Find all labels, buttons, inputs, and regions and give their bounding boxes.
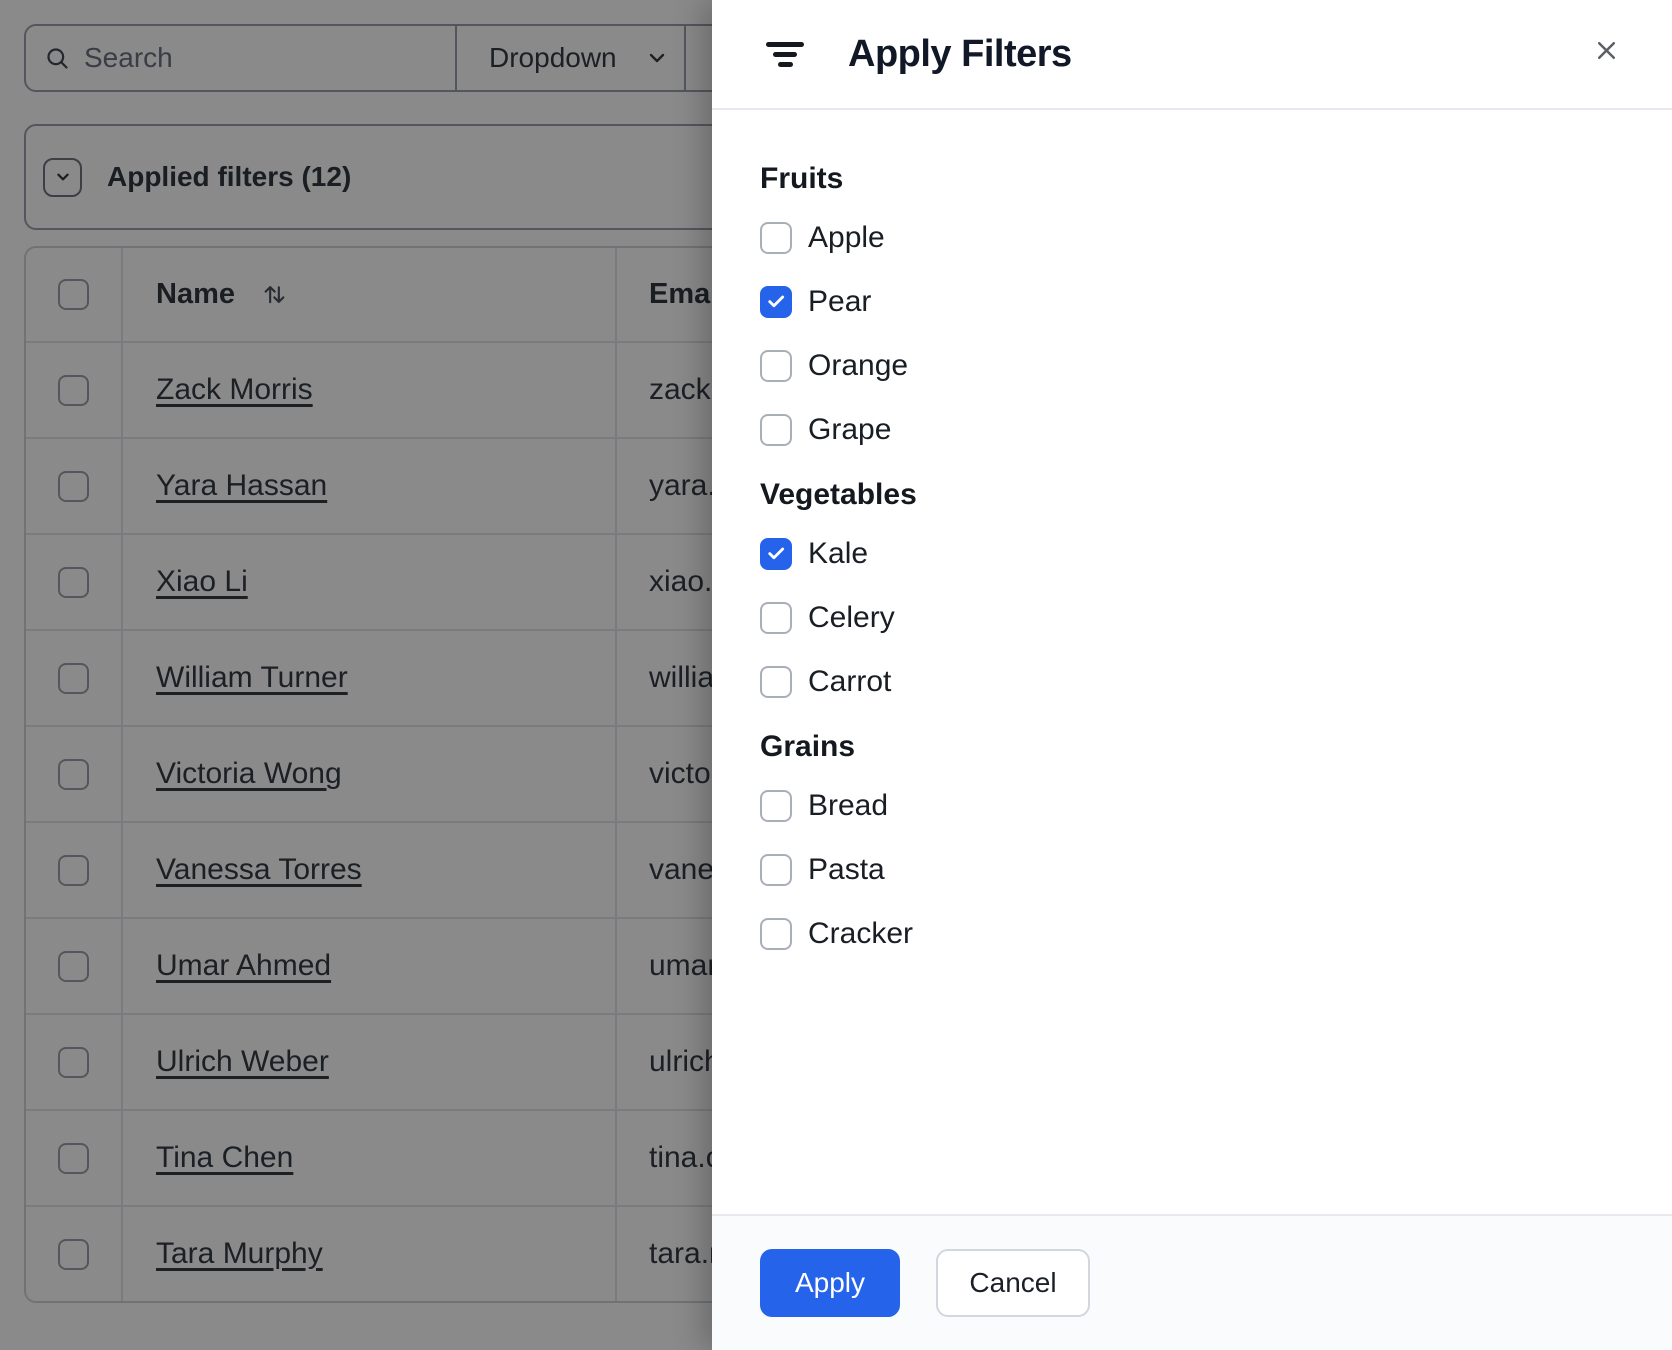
filter-option-label: Apple <box>808 221 885 254</box>
checkbox[interactable] <box>760 790 792 822</box>
filter-option-label: Orange <box>808 349 909 382</box>
filter-option-label: Carrot <box>808 665 892 698</box>
filter-option-label: Bread <box>808 789 889 822</box>
filter-option-label: Kale <box>808 537 869 570</box>
checkbox[interactable] <box>760 666 792 698</box>
filter-option-label: Celery <box>808 601 895 634</box>
checkbox[interactable] <box>760 602 792 634</box>
checkbox[interactable] <box>760 854 792 886</box>
filter-option[interactable]: Orange <box>760 349 1624 382</box>
filter-option-label: Cracker <box>808 917 914 950</box>
filter-option[interactable]: Celery <box>760 601 1624 634</box>
filter-option-label: Pasta <box>808 853 885 886</box>
panel-header: Apply Filters <box>712 0 1672 110</box>
checkbox[interactable] <box>760 350 792 382</box>
filter-group-heading: Grains <box>760 730 856 763</box>
filter-groups: Fruits Apple Pear Orange Grape Vegetable… <box>712 110 1672 1214</box>
filter-group: Fruits Apple Pear Orange Grape <box>760 162 1624 446</box>
filter-group: Grains Bread Pasta Cracker <box>760 730 1624 950</box>
checkbox[interactable] <box>760 918 792 950</box>
filter-option[interactable]: Pasta <box>760 853 1624 886</box>
filter-option[interactable]: Apple <box>760 221 1624 254</box>
close-icon[interactable] <box>1586 30 1626 70</box>
filter-option[interactable]: Grape <box>760 413 1624 446</box>
filter-group-heading: Fruits <box>760 162 844 195</box>
filter-option-label: Pear <box>808 285 872 318</box>
checkbox[interactable] <box>760 222 792 254</box>
checkbox[interactable] <box>760 286 792 318</box>
apply-filters-panel: Apply Filters Fruits Apple Pear Orange G… <box>712 0 1672 1350</box>
checkbox[interactable] <box>760 538 792 570</box>
filter-option[interactable]: Bread <box>760 789 1624 822</box>
filter-option[interactable]: Carrot <box>760 665 1624 698</box>
filter-option-label: Grape <box>808 413 892 446</box>
apply-button[interactable]: Apply <box>760 1249 900 1317</box>
filter-option[interactable]: Cracker <box>760 917 1624 950</box>
panel-footer: Apply Cancel <box>712 1214 1672 1350</box>
filter-option[interactable]: Pear <box>760 285 1624 318</box>
panel-title: Apply Filters <box>848 32 1072 75</box>
filter-group: Vegetables Kale Celery Carrot <box>760 478 1624 698</box>
filter-funnel-icon <box>766 41 804 67</box>
filter-option[interactable]: Kale <box>760 537 1624 570</box>
filter-group-heading: Vegetables <box>760 478 917 511</box>
checkbox[interactable] <box>760 414 792 446</box>
cancel-button[interactable]: Cancel <box>936 1249 1090 1317</box>
